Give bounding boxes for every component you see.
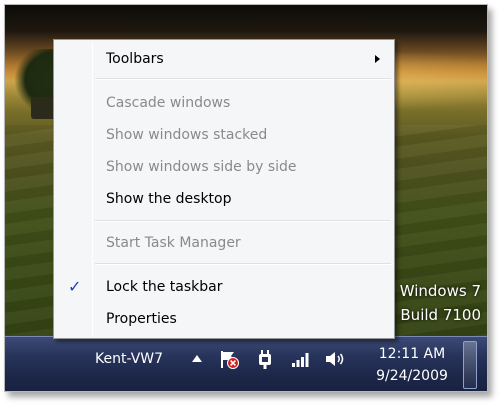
menu-item-label: Cascade windows	[106, 95, 231, 111]
menu-item-cascade-windows[interactable]: Cascade windows	[56, 89, 392, 117]
checkmark-icon: ✓	[68, 277, 82, 296]
submenu-arrow-icon	[375, 55, 380, 63]
action-center-flag-error-icon[interactable]	[217, 347, 241, 371]
network-signal-icon[interactable]	[289, 347, 313, 371]
menu-item-label: Show windows stacked	[106, 127, 268, 143]
menu-item-show-the-desktop[interactable]: Show the desktop	[56, 185, 392, 213]
windows-watermark-line1: Windows 7	[399, 282, 481, 300]
menu-item-show-windows-side-by-side[interactable]: Show windows side by side	[56, 153, 392, 181]
menu-item-label: Start Task Manager	[106, 235, 241, 251]
menu-item-lock-the-taskbar[interactable]: ✓ Lock the taskbar	[56, 273, 392, 301]
screenshot-frame: Windows 7 Build 7100 Kent-VW7 12:11 AM 9…	[4, 4, 488, 392]
power-plug-icon[interactable]	[253, 347, 277, 371]
menu-item-show-windows-stacked[interactable]: Show windows stacked	[56, 121, 392, 149]
clock-time: 12:11 AM	[378, 346, 446, 362]
show-desktop-button[interactable]	[463, 341, 477, 389]
taskbar-username[interactable]: Kent-VW7	[95, 351, 163, 367]
menu-separator	[95, 220, 391, 222]
taskbar[interactable]: Kent-VW7 12:11 AM 9/24/2009	[5, 336, 487, 391]
show-hidden-icons-arrow-icon[interactable]	[185, 347, 209, 371]
menu-separator	[95, 78, 391, 80]
menu-item-label: Lock the taskbar	[106, 279, 223, 295]
menu-item-label: Properties	[106, 311, 177, 327]
windows-watermark-line2: Build 7100	[400, 306, 481, 324]
menu-separator	[95, 263, 391, 265]
menu-item-toolbars[interactable]: Toolbars	[56, 45, 392, 73]
taskbar-context-menu: Toolbars Cascade windows Show windows st…	[53, 39, 395, 339]
menu-item-label: Toolbars	[106, 51, 164, 67]
taskbar-clock[interactable]: 12:11 AM 9/24/2009	[357, 343, 467, 387]
menu-item-label: Show windows side by side	[106, 159, 297, 175]
volume-speaker-icon[interactable]	[323, 347, 347, 371]
menu-item-label: Show the desktop	[106, 191, 232, 207]
clock-date: 9/24/2009	[376, 368, 448, 384]
menu-item-properties[interactable]: Properties	[56, 305, 392, 333]
menu-item-start-task-manager[interactable]: Start Task Manager	[56, 229, 392, 257]
